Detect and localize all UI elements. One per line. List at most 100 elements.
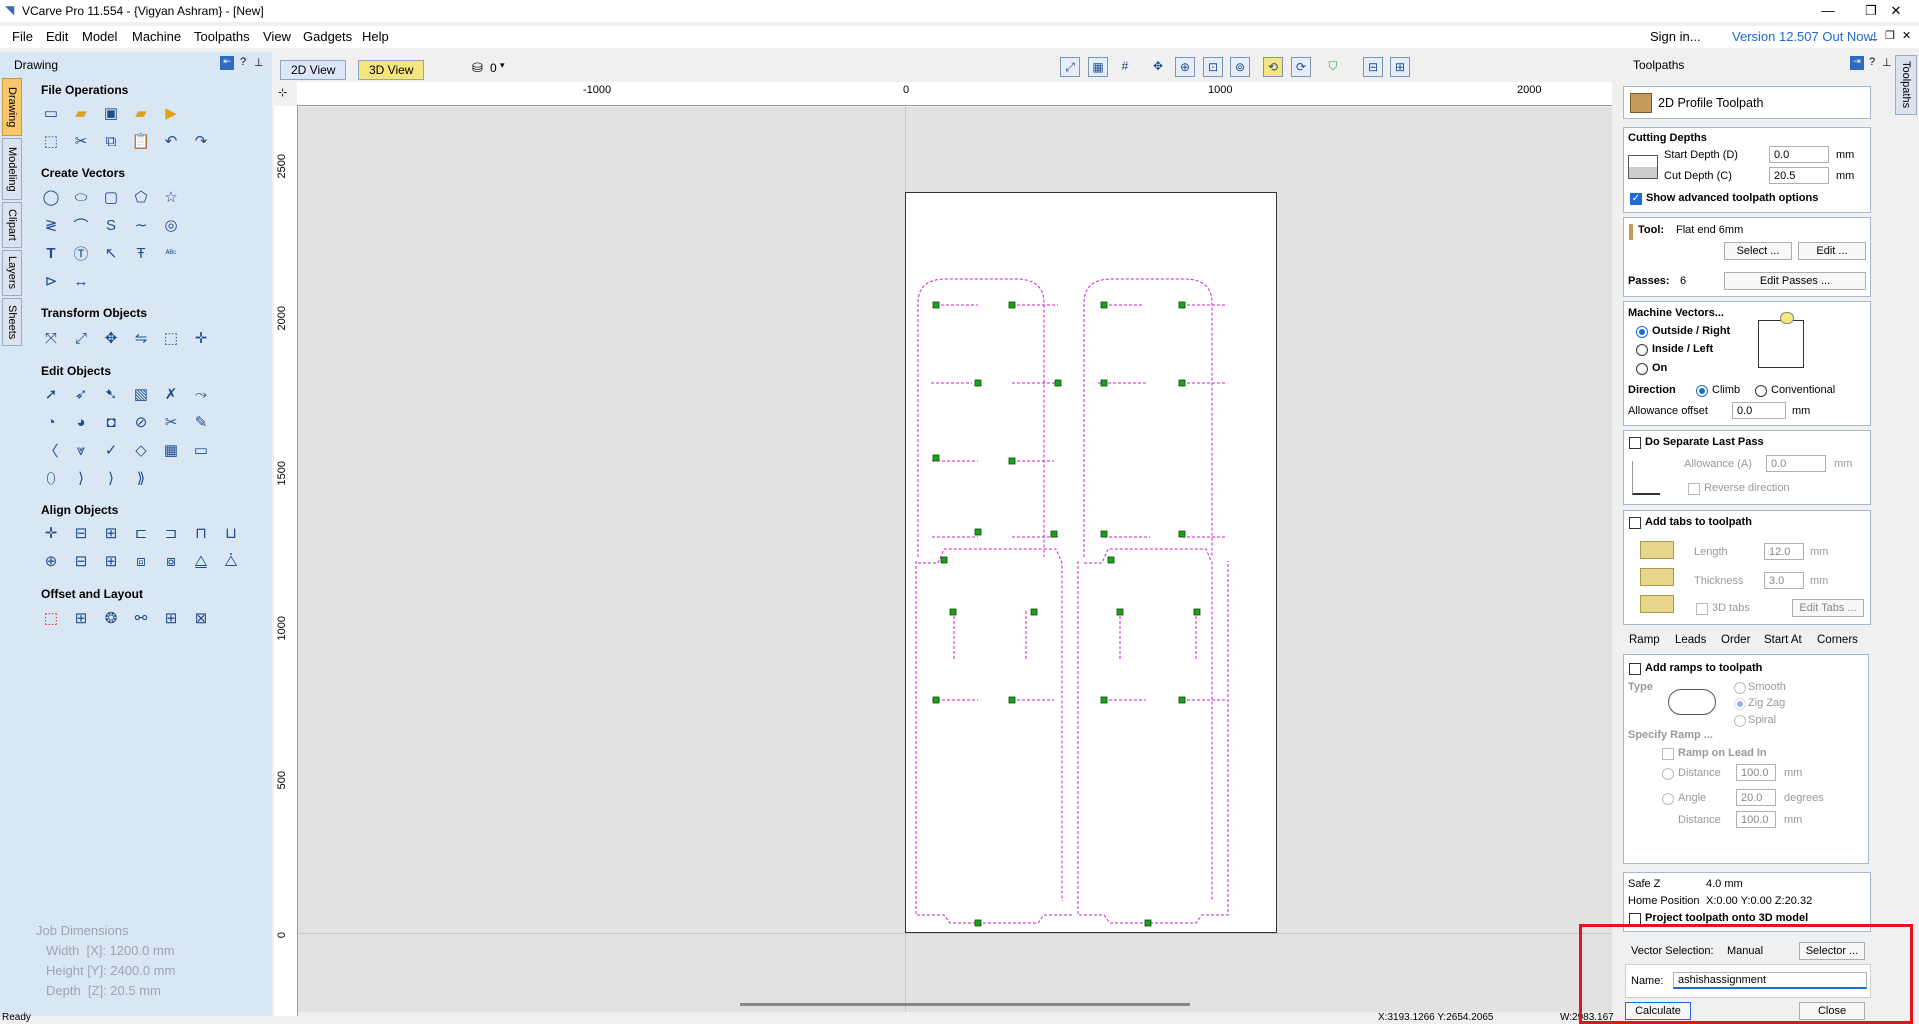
scale-icon[interactable]: ⤢ [71,328,91,348]
menu-help[interactable]: Help [362,29,389,44]
horizontal-scrollbar[interactable] [740,1003,1190,1006]
bezier-icon[interactable]: S [101,215,121,235]
polyline-icon[interactable]: ≷ [41,215,61,235]
zigzag-radio[interactable] [1734,698,1746,710]
ramp-distance-radio[interactable] [1662,768,1674,780]
polygon-icon[interactable]: ⬠ [131,187,151,207]
circular-copy-icon[interactable]: ⊠ [191,608,211,628]
menu-gadgets[interactable]: Gadgets [303,29,352,44]
center-v-page-icon[interactable]: ⊞ [101,551,121,571]
image-icon[interactable]: ▭ [191,440,211,460]
tab-layers[interactable]: Layers [2,250,22,296]
layout-v-icon[interactable]: ⊞ [1390,57,1410,77]
cut-icon[interactable]: ✂ [71,131,91,151]
circle-icon[interactable]: ◯ [41,187,61,207]
align-right-icon[interactable]: ⊐ [161,523,181,543]
dock-icon[interactable]: ⇤ [220,56,234,70]
dimension-icon[interactable]: ⊳ [41,271,61,291]
3d-tabs-checkbox[interactable] [1696,603,1708,615]
mdi-close-icon[interactable]: ✕ [1902,29,1911,42]
separate-last-pass-checkbox[interactable] [1629,437,1641,449]
subtract-icon[interactable]: ◕ [71,412,91,432]
tab-order[interactable]: Order [1721,634,1750,646]
snap-grid-icon[interactable]: ▦ [1088,57,1108,77]
ramp-distance-input[interactable] [1736,764,1776,781]
edit-passes-button[interactable]: Edit Passes ... [1724,272,1866,290]
redo-icon[interactable]: ↷ [191,131,211,151]
save-icon[interactable]: ▣ [101,103,121,123]
outside-right-radio[interactable] [1636,326,1648,338]
dogbone-icon[interactable]: ⩔ [71,440,91,460]
distribute-v-icon[interactable]: ⧋ [191,551,211,571]
space-v-icon[interactable]: ⧊ [221,551,241,571]
toolpath-show-icon[interactable]: ⟳ [1291,57,1311,77]
node-edit-icon[interactable]: ➶ [71,384,91,404]
menu-machine[interactable]: Machine [132,29,181,44]
allowance-offset-input[interactable] [1732,402,1786,419]
nesting-icon[interactable]: ⊞ [71,608,91,628]
pin-icon[interactable]: ⊥ [1882,56,1892,69]
layer-icon[interactable]: ⛁ [472,60,483,76]
arc-icon[interactable]: ∼ [131,215,151,235]
tab-start-at[interactable]: Start At [1764,634,1802,646]
help-icon[interactable]: ? [1869,56,1875,68]
close-vector-icon[interactable]: ⟩ [71,468,91,488]
interactive-select-icon[interactable]: ➷ [101,384,121,404]
menu-view[interactable]: View [263,29,291,44]
fillet-icon[interactable]: ⊘ [131,412,151,432]
help-icon[interactable]: ? [240,56,246,68]
tab-3d-view[interactable]: 3D View [358,60,425,80]
measure-icon[interactable]: ↔ [71,271,91,291]
minimize-button[interactable]: — [1805,0,1851,22]
block-copy-icon[interactable]: ⊞ [161,608,181,628]
pin-icon[interactable]: ⊥ [254,56,264,69]
auto-layout-text-icon[interactable]: Ⓣ [71,243,91,263]
curve-fit-icon[interactable]: ⟫ [131,468,151,488]
tab-clipart[interactable]: Clipart [2,202,22,248]
tab-thickness-input[interactable] [1764,572,1804,589]
space-h-icon[interactable]: ⧇ [161,551,181,571]
extend-icon[interactable]: ✎ [191,412,211,432]
intersect-icon[interactable]: ◘ [101,412,121,432]
dock-icon[interactable]: ⇥ [1850,56,1864,70]
rotate-icon[interactable]: ✥ [101,328,121,348]
shield-icon[interactable]: ⛉ [1323,57,1343,77]
menu-toolpaths[interactable]: Toolpaths [194,29,250,44]
zoom-extents-icon[interactable]: ⊡ [1203,57,1223,77]
join-open-icon[interactable]: ⟩ [101,468,121,488]
reverse-direction-checkbox[interactable] [1688,483,1700,495]
distribute-h-icon[interactable]: ⧈ [131,551,151,571]
ramp-angle-radio[interactable] [1662,793,1674,805]
cut-depth-input[interactable] [1769,167,1829,184]
ruler-origin-icon[interactable]: ⊹ [278,86,287,99]
tab-toolpaths-side[interactable]: Toolpaths [1895,55,1917,115]
spiral-icon[interactable]: ◎ [161,215,181,235]
undo-icon[interactable]: ↶ [161,131,181,151]
layout-h-icon[interactable]: ⊟ [1363,57,1383,77]
paste-icon[interactable]: 📋 [131,131,151,151]
smooth-icon[interactable]: ⤳ [191,384,211,404]
grid-icon[interactable]: # [1115,57,1135,77]
advanced-options-checkbox[interactable]: ✓ [1630,193,1642,205]
align-bottom-icon[interactable]: ⊔ [221,523,241,543]
copy-icon[interactable]: ⧉ [101,131,121,151]
menu-model[interactable]: Model [82,29,117,44]
align-center-icon[interactable]: ✛ [41,523,61,543]
check-vectors-icon[interactable]: ✓ [101,440,121,460]
smooth-radio[interactable] [1734,682,1746,694]
tab-length-input[interactable] [1764,543,1804,560]
toolpath-preview-icon[interactable]: ⟲ [1263,57,1283,77]
new-file-icon[interactable]: ▭ [41,103,61,123]
pan-icon[interactable]: ✥ [1148,57,1168,77]
tab-sheets[interactable]: Sheets [2,298,22,346]
open-folder-icon[interactable]: ▰ [71,103,91,123]
job-setup-icon[interactable]: ⬚ [41,131,61,151]
zoom-box-icon[interactable]: ⤢ [1060,57,1080,77]
align-left-icon[interactable]: ⊏ [131,523,151,543]
ramp-angle-input[interactable] [1736,789,1776,806]
offset-icon[interactable]: ⬚ [41,608,61,628]
distort-icon[interactable]: ⬚ [161,328,181,348]
ellipse-icon[interactable]: ⬭ [71,187,91,207]
sign-in-link[interactable]: Sign in... [1650,29,1701,44]
abc-text-icon[interactable]: ᴬᴮᶜ [161,243,181,263]
